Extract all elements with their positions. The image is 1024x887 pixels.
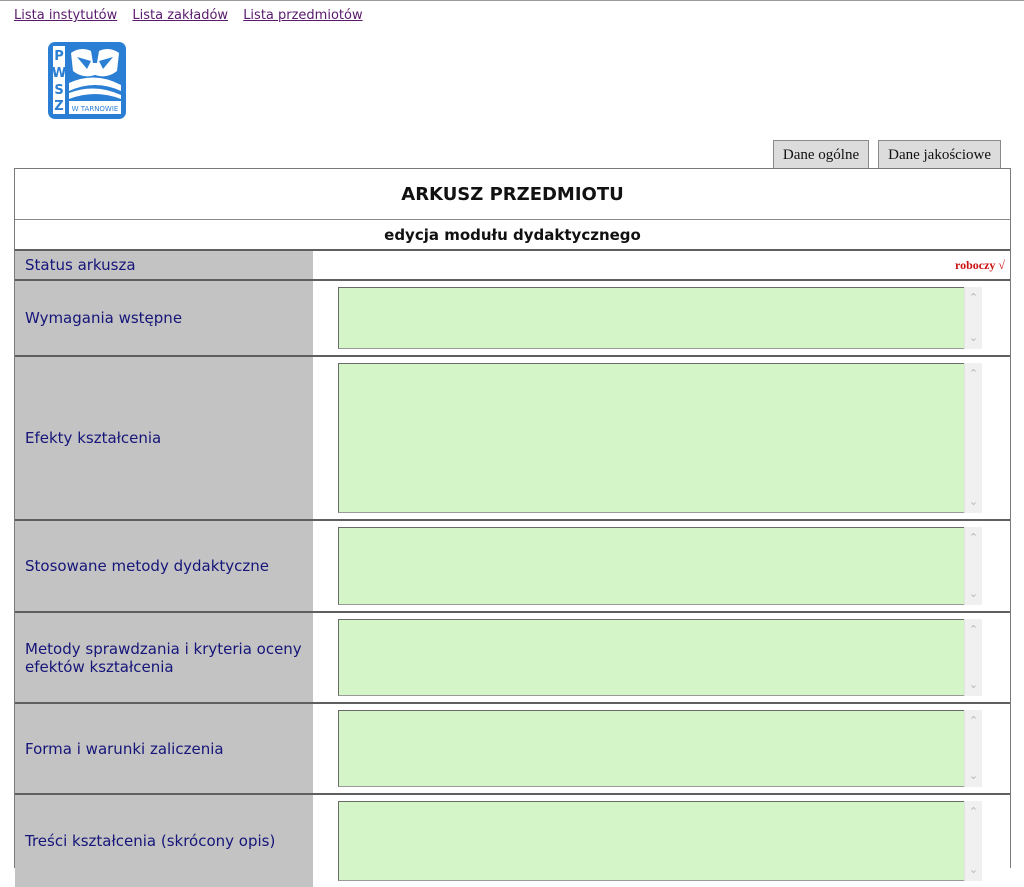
top-border (0, 0, 1024, 1)
field-row: Metody sprawdzania i kryteria oceny efek… (15, 613, 1010, 704)
scroll-down-icon[interactable]: ⌄ (965, 587, 982, 601)
sheet-subtitle: edycja modułu dydaktycznego (15, 220, 1010, 251)
field-cell: ⌃ ⌄ (313, 704, 1010, 793)
scroll-up-icon[interactable]: ⌃ (965, 623, 982, 637)
svg-text:P: P (54, 49, 64, 64)
nav-link-departments[interactable]: Lista zakładów (132, 8, 228, 23)
field-label: Efekty kształcenia (15, 357, 313, 519)
tab-general-data[interactable]: Dane ogólne (772, 140, 870, 168)
sheet-title: ARKUSZ PRZEDMIOTU (15, 169, 1010, 220)
svg-text:Z: Z (54, 99, 63, 114)
status-label: Status arkusza (15, 251, 313, 279)
field-row: Efekty kształcenia ⌃ ⌄ (15, 357, 1010, 521)
scrollbar[interactable]: ⌃ ⌄ (964, 287, 982, 349)
prerequisites-textarea[interactable] (338, 287, 981, 349)
field-row: Forma i warunki zaliczenia ⌃ ⌄ (15, 704, 1010, 795)
scroll-down-icon[interactable]: ⌄ (965, 769, 982, 783)
field-label: Metody sprawdzania i kryteria oceny efek… (15, 613, 313, 702)
status-value: roboczy √ (954, 258, 1005, 272)
scrollbar[interactable]: ⌃ ⌄ (964, 527, 982, 605)
scroll-up-icon[interactable]: ⌃ (965, 531, 982, 545)
field-label: Stosowane metody dydaktyczne (15, 521, 313, 611)
svg-text:W TARNOWIE: W TARNOWIE (72, 105, 119, 113)
field-label: Treści kształcenia (skrócony opis) (15, 795, 313, 887)
scrollbar[interactable]: ⌃ ⌄ (964, 710, 982, 787)
nav-link-institutes[interactable]: Lista instytutów (14, 8, 117, 23)
field-cell: ⌃ ⌄ (313, 795, 1010, 887)
field-row: Stosowane metody dydaktyczne ⌃ ⌄ (15, 521, 1010, 613)
scroll-down-icon[interactable]: ⌄ (965, 678, 982, 692)
field-cell: ⌃ ⌄ (313, 281, 1010, 355)
svg-text:W: W (52, 66, 66, 81)
field-label: Wymagania wstępne (15, 281, 313, 355)
nav-link-subjects[interactable]: Lista przedmiotów (243, 8, 362, 23)
scroll-up-icon[interactable]: ⌃ (965, 291, 982, 305)
scroll-down-icon[interactable]: ⌄ (965, 331, 982, 345)
scroll-up-icon[interactable]: ⌃ (965, 714, 982, 728)
learning-outcomes-textarea[interactable] (338, 363, 981, 513)
field-cell: ⌃ ⌄ (313, 521, 1010, 611)
scrollbar[interactable]: ⌃ ⌄ (964, 801, 982, 881)
svg-text:S: S (54, 83, 63, 98)
scroll-up-icon[interactable]: ⌃ (965, 367, 982, 381)
tab-quality-data[interactable]: Dane jakościowe (878, 140, 1001, 168)
scrollbar[interactable]: ⌃ ⌄ (964, 363, 982, 513)
tab-bar: Dane ogólne Dane jakościowe (772, 140, 1001, 168)
field-cell: ⌃ ⌄ (313, 357, 1010, 519)
assessment-methods-textarea[interactable] (338, 619, 981, 696)
status-row: Status arkusza roboczy √ (15, 251, 1010, 281)
scrollbar[interactable]: ⌃ ⌄ (964, 619, 982, 696)
field-cell: ⌃ ⌄ (313, 613, 1010, 702)
field-row: Wymagania wstępne ⌃ ⌄ (15, 281, 1010, 357)
subject-sheet: ARKUSZ PRZEDMIOTU edycja modułu dydaktyc… (14, 168, 1011, 887)
scroll-down-icon[interactable]: ⌄ (965, 863, 982, 877)
field-row: Treści kształcenia (skrócony opis) ⌃ ⌄ (15, 795, 1010, 887)
passing-conditions-textarea[interactable] (338, 710, 981, 787)
scroll-up-icon[interactable]: ⌃ (965, 805, 982, 819)
status-cell: roboczy √ (313, 251, 1010, 279)
course-content-textarea[interactable] (338, 801, 981, 881)
top-navigation: Lista instytutów Lista zakładów Lista pr… (14, 8, 374, 23)
scroll-down-icon[interactable]: ⌄ (965, 495, 982, 509)
pwsz-logo: P W S Z W TARNOWIE (47, 41, 127, 120)
field-label: Forma i warunki zaliczenia (15, 704, 313, 793)
teaching-methods-textarea[interactable] (338, 527, 981, 605)
